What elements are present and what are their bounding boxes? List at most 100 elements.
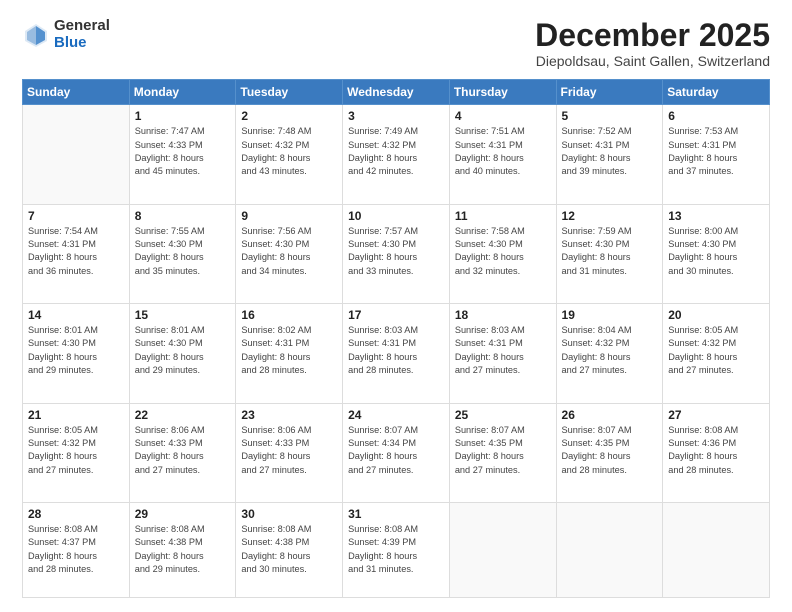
day-number: 19 — [562, 308, 658, 322]
day-info: Sunrise: 8:07 AM Sunset: 4:35 PM Dayligh… — [562, 424, 658, 477]
calendar-cell: 28 Sunrise: 8:08 AM Sunset: 4:37 PM Dayli… — [23, 502, 130, 597]
day-info: Sunrise: 8:02 AM Sunset: 4:31 PM Dayligh… — [241, 324, 337, 377]
day-number: 17 — [348, 308, 444, 322]
day-info: Sunrise: 8:08 AM Sunset: 4:38 PM Dayligh… — [241, 523, 337, 576]
calendar-cell — [449, 502, 556, 597]
day-number: 21 — [28, 408, 124, 422]
calendar-cell: 30Sunrise: 8:08 AM Sunset: 4:38 PM Dayli… — [236, 502, 343, 597]
day-info: Sunrise: 7:56 AM Sunset: 4:30 PM Dayligh… — [241, 225, 337, 278]
day-number: 10 — [348, 209, 444, 223]
calendar-cell — [663, 502, 770, 597]
calendar-cell: 5 Sunrise: 7:52 AM Sunset: 4:31 PM Daylig… — [556, 105, 663, 204]
day-info: Sunrise: 8:07 AM Sunset: 4:35 PM Dayligh… — [455, 424, 551, 477]
calendar-cell: 31 Sunrise: 8:08 AM Sunset: 4:39 PM Dayli… — [343, 502, 450, 597]
day-number: 6 — [668, 109, 764, 123]
day-number: 14 — [28, 308, 124, 322]
title-block: December 2025 Diepoldsau, Saint Gallen, … — [535, 18, 770, 69]
day-header-monday: Monday — [129, 80, 236, 105]
day-number: 20 — [668, 308, 764, 322]
header: General Blue December 2025 Diepoldsau, S… — [22, 18, 770, 69]
day-info: Sunrise: 8:06 AM Sunset: 4:33 PM Dayligh… — [135, 424, 231, 477]
day-number: 13 — [668, 209, 764, 223]
calendar-cell: 9 Sunrise: 7:56 AM Sunset: 4:30 PM Daylig… — [236, 204, 343, 303]
day-number: 26 — [562, 408, 658, 422]
logo: General Blue — [22, 18, 110, 51]
day-info: Sunrise: 8:03 AM Sunset: 4:31 PM Dayligh… — [348, 324, 444, 377]
day-info: Sunrise: 7:54 AM Sunset: 4:31 PM Dayligh… — [28, 225, 124, 278]
day-number: 31 — [348, 507, 444, 521]
calendar-cell — [23, 105, 130, 204]
logo-text: General Blue — [54, 18, 110, 51]
day-info: Sunrise: 8:01 AM Sunset: 4:30 PM Dayligh… — [135, 324, 231, 377]
calendar-cell: 26 Sunrise: 8:07 AM Sunset: 4:35 PM Dayli… — [556, 403, 663, 502]
day-info: Sunrise: 7:52 AM Sunset: 4:31 PM Dayligh… — [562, 125, 658, 178]
calendar-cell: 24Sunrise: 8:07 AM Sunset: 4:34 PM Dayli… — [343, 403, 450, 502]
calendar-cell: 16 Sunrise: 8:02 AM Sunset: 4:31 PM Dayli… — [236, 304, 343, 403]
day-info: Sunrise: 8:08 AM Sunset: 4:38 PM Dayligh… — [135, 523, 231, 576]
calendar-cell: 14Sunrise: 8:01 AM Sunset: 4:30 PM Dayli… — [23, 304, 130, 403]
page: General Blue December 2025 Diepoldsau, S… — [0, 0, 792, 612]
day-info: Sunrise: 7:48 AM Sunset: 4:32 PM Dayligh… — [241, 125, 337, 178]
calendar-cell: 6 Sunrise: 7:53 AM Sunset: 4:31 PM Daylig… — [663, 105, 770, 204]
calendar-cell: 8 Sunrise: 7:55 AM Sunset: 4:30 PM Daylig… — [129, 204, 236, 303]
calendar-cell: 18 Sunrise: 8:03 AM Sunset: 4:31 PM Dayli… — [449, 304, 556, 403]
day-header-saturday: Saturday — [663, 80, 770, 105]
day-number: 9 — [241, 209, 337, 223]
calendar-cell: 11 Sunrise: 7:58 AM Sunset: 4:30 PM Dayli… — [449, 204, 556, 303]
week-row-3: 21 Sunrise: 8:05 AM Sunset: 4:32 PM Dayli… — [23, 403, 770, 502]
day-header-thursday: Thursday — [449, 80, 556, 105]
calendar-cell: 17 Sunrise: 8:03 AM Sunset: 4:31 PM Dayli… — [343, 304, 450, 403]
calendar-cell: 27Sunrise: 8:08 AM Sunset: 4:36 PM Dayli… — [663, 403, 770, 502]
calendar-cell: 15 Sunrise: 8:01 AM Sunset: 4:30 PM Dayli… — [129, 304, 236, 403]
day-number: 5 — [562, 109, 658, 123]
header-row: SundayMondayTuesdayWednesdayThursdayFrid… — [23, 80, 770, 105]
day-number: 18 — [455, 308, 551, 322]
day-number: 28 — [28, 507, 124, 521]
day-info: Sunrise: 7:58 AM Sunset: 4:30 PM Dayligh… — [455, 225, 551, 278]
calendar-cell: 21 Sunrise: 8:05 AM Sunset: 4:32 PM Dayli… — [23, 403, 130, 502]
calendar-cell: 3Sunrise: 7:49 AM Sunset: 4:32 PM Daylig… — [343, 105, 450, 204]
day-header-sunday: Sunday — [23, 80, 130, 105]
calendar-cell: 4Sunrise: 7:51 AM Sunset: 4:31 PM Daylig… — [449, 105, 556, 204]
week-row-1: 7 Sunrise: 7:54 AM Sunset: 4:31 PM Daylig… — [23, 204, 770, 303]
day-number: 16 — [241, 308, 337, 322]
day-info: Sunrise: 8:08 AM Sunset: 4:39 PM Dayligh… — [348, 523, 444, 576]
day-number: 29 — [135, 507, 231, 521]
calendar-cell: 22 Sunrise: 8:06 AM Sunset: 4:33 PM Dayli… — [129, 403, 236, 502]
day-number: 15 — [135, 308, 231, 322]
calendar-cell: 25 Sunrise: 8:07 AM Sunset: 4:35 PM Dayli… — [449, 403, 556, 502]
week-row-0: 1Sunrise: 7:47 AM Sunset: 4:33 PM Daylig… — [23, 105, 770, 204]
day-header-friday: Friday — [556, 80, 663, 105]
calendar-cell — [556, 502, 663, 597]
day-info: Sunrise: 7:47 AM Sunset: 4:33 PM Dayligh… — [135, 125, 231, 178]
day-number: 8 — [135, 209, 231, 223]
day-info: Sunrise: 7:53 AM Sunset: 4:31 PM Dayligh… — [668, 125, 764, 178]
day-number: 25 — [455, 408, 551, 422]
calendar-cell: 20 Sunrise: 8:05 AM Sunset: 4:32 PM Dayli… — [663, 304, 770, 403]
day-info: Sunrise: 8:05 AM Sunset: 4:32 PM Dayligh… — [28, 424, 124, 477]
day-number: 27 — [668, 408, 764, 422]
logo-blue: Blue — [54, 35, 110, 52]
day-number: 11 — [455, 209, 551, 223]
calendar-cell: 7 Sunrise: 7:54 AM Sunset: 4:31 PM Daylig… — [23, 204, 130, 303]
calendar-cell: 13Sunrise: 8:00 AM Sunset: 4:30 PM Dayli… — [663, 204, 770, 303]
day-info: Sunrise: 7:55 AM Sunset: 4:30 PM Dayligh… — [135, 225, 231, 278]
calendar-cell: 19Sunrise: 8:04 AM Sunset: 4:32 PM Dayli… — [556, 304, 663, 403]
calendar: SundayMondayTuesdayWednesdayThursdayFrid… — [22, 79, 770, 598]
day-header-tuesday: Tuesday — [236, 80, 343, 105]
calendar-cell: 10Sunrise: 7:57 AM Sunset: 4:30 PM Dayli… — [343, 204, 450, 303]
week-row-4: 28 Sunrise: 8:08 AM Sunset: 4:37 PM Dayli… — [23, 502, 770, 597]
logo-general: General — [54, 18, 110, 35]
day-info: Sunrise: 8:08 AM Sunset: 4:37 PM Dayligh… — [28, 523, 124, 576]
day-info: Sunrise: 8:05 AM Sunset: 4:32 PM Dayligh… — [668, 324, 764, 377]
day-number: 7 — [28, 209, 124, 223]
logo-icon — [22, 21, 50, 49]
calendar-cell: 29 Sunrise: 8:08 AM Sunset: 4:38 PM Dayli… — [129, 502, 236, 597]
day-header-wednesday: Wednesday — [343, 80, 450, 105]
day-number: 22 — [135, 408, 231, 422]
day-info: Sunrise: 8:03 AM Sunset: 4:31 PM Dayligh… — [455, 324, 551, 377]
day-number: 24 — [348, 408, 444, 422]
day-number: 23 — [241, 408, 337, 422]
location: Diepoldsau, Saint Gallen, Switzerland — [535, 53, 770, 69]
day-info: Sunrise: 7:51 AM Sunset: 4:31 PM Dayligh… — [455, 125, 551, 178]
